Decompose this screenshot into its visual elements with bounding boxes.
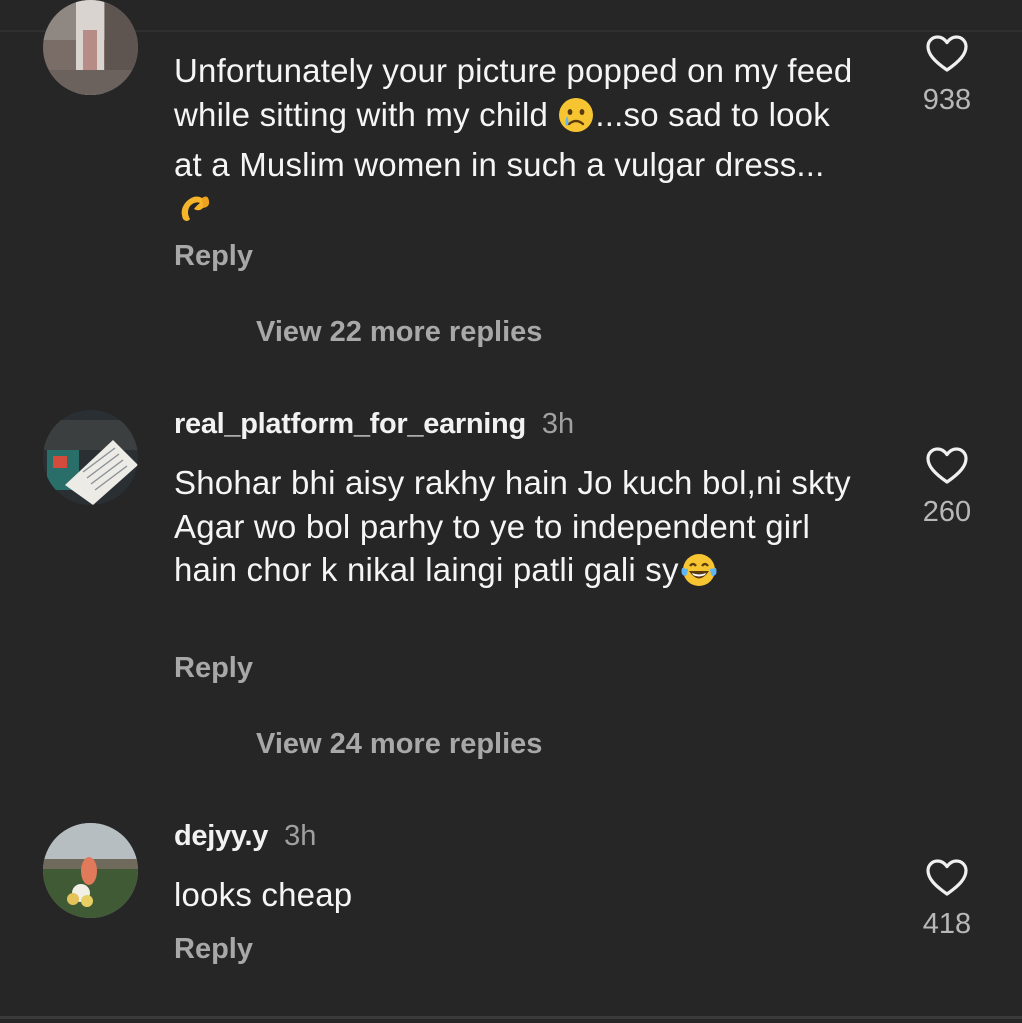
face-with-tears-of-joy-emoji-icon [680, 552, 718, 599]
comment-text: looks cheap [174, 876, 353, 913]
like-control: 938 [918, 34, 976, 117]
view-more-replies-button[interactable]: View 24 more replies [256, 728, 542, 761]
comment-header: real_platform_for_earning 3h [174, 404, 574, 444]
reply-button[interactable]: Reply [174, 240, 253, 273]
avatar-comment-2[interactable] [43, 410, 138, 505]
timestamp: 3h [284, 820, 317, 852]
avatar-photo-3 [43, 823, 138, 918]
comment-1: Unfortunately your picture popped on my … [0, 0, 1022, 380]
reply-button[interactable]: Reply [174, 933, 253, 966]
avatar-photo-2 [43, 410, 138, 505]
comment-header: dejyy.y 3h [174, 816, 316, 856]
comments-screen: Unfortunately your picture popped on my … [0, 0, 1022, 1023]
view-more-replies-button[interactable]: View 22 more replies [256, 316, 542, 349]
comment-2: real_platform_for_earning 3h Shohar bhi a… [0, 400, 1022, 780]
avatar-photo-1 [43, 0, 138, 95]
heart-outline-icon[interactable] [925, 858, 969, 898]
like-control: 418 [918, 858, 976, 941]
bottom-divider [0, 1016, 1022, 1019]
comment-text: Unfortunately your picture popped on my … [174, 49, 864, 237]
like-control: 260 [918, 446, 976, 529]
heart-outline-icon[interactable] [925, 446, 969, 486]
like-count: 418 [922, 908, 972, 940]
username[interactable]: real_platform_for_earning [174, 408, 526, 440]
comment-text: Shohar bhi aisy rakhy hain Jo kuch bol,n… [174, 461, 864, 599]
reply-button[interactable]: Reply [174, 652, 253, 685]
avatar-comment-1[interactable] [43, 0, 138, 95]
like-count: 938 [922, 84, 972, 116]
heart-outline-icon[interactable] [925, 34, 969, 74]
like-count: 260 [922, 496, 972, 528]
pinching-hand-emoji-icon [175, 189, 213, 238]
crying-face-emoji-icon [558, 97, 594, 144]
timestamp: 3h [541, 408, 575, 440]
username[interactable]: dejyy.y [174, 820, 268, 852]
avatar-comment-3[interactable] [43, 823, 138, 918]
comment-3: dejyy.y 3h looks cheap Reply 418 [0, 812, 1022, 1012]
